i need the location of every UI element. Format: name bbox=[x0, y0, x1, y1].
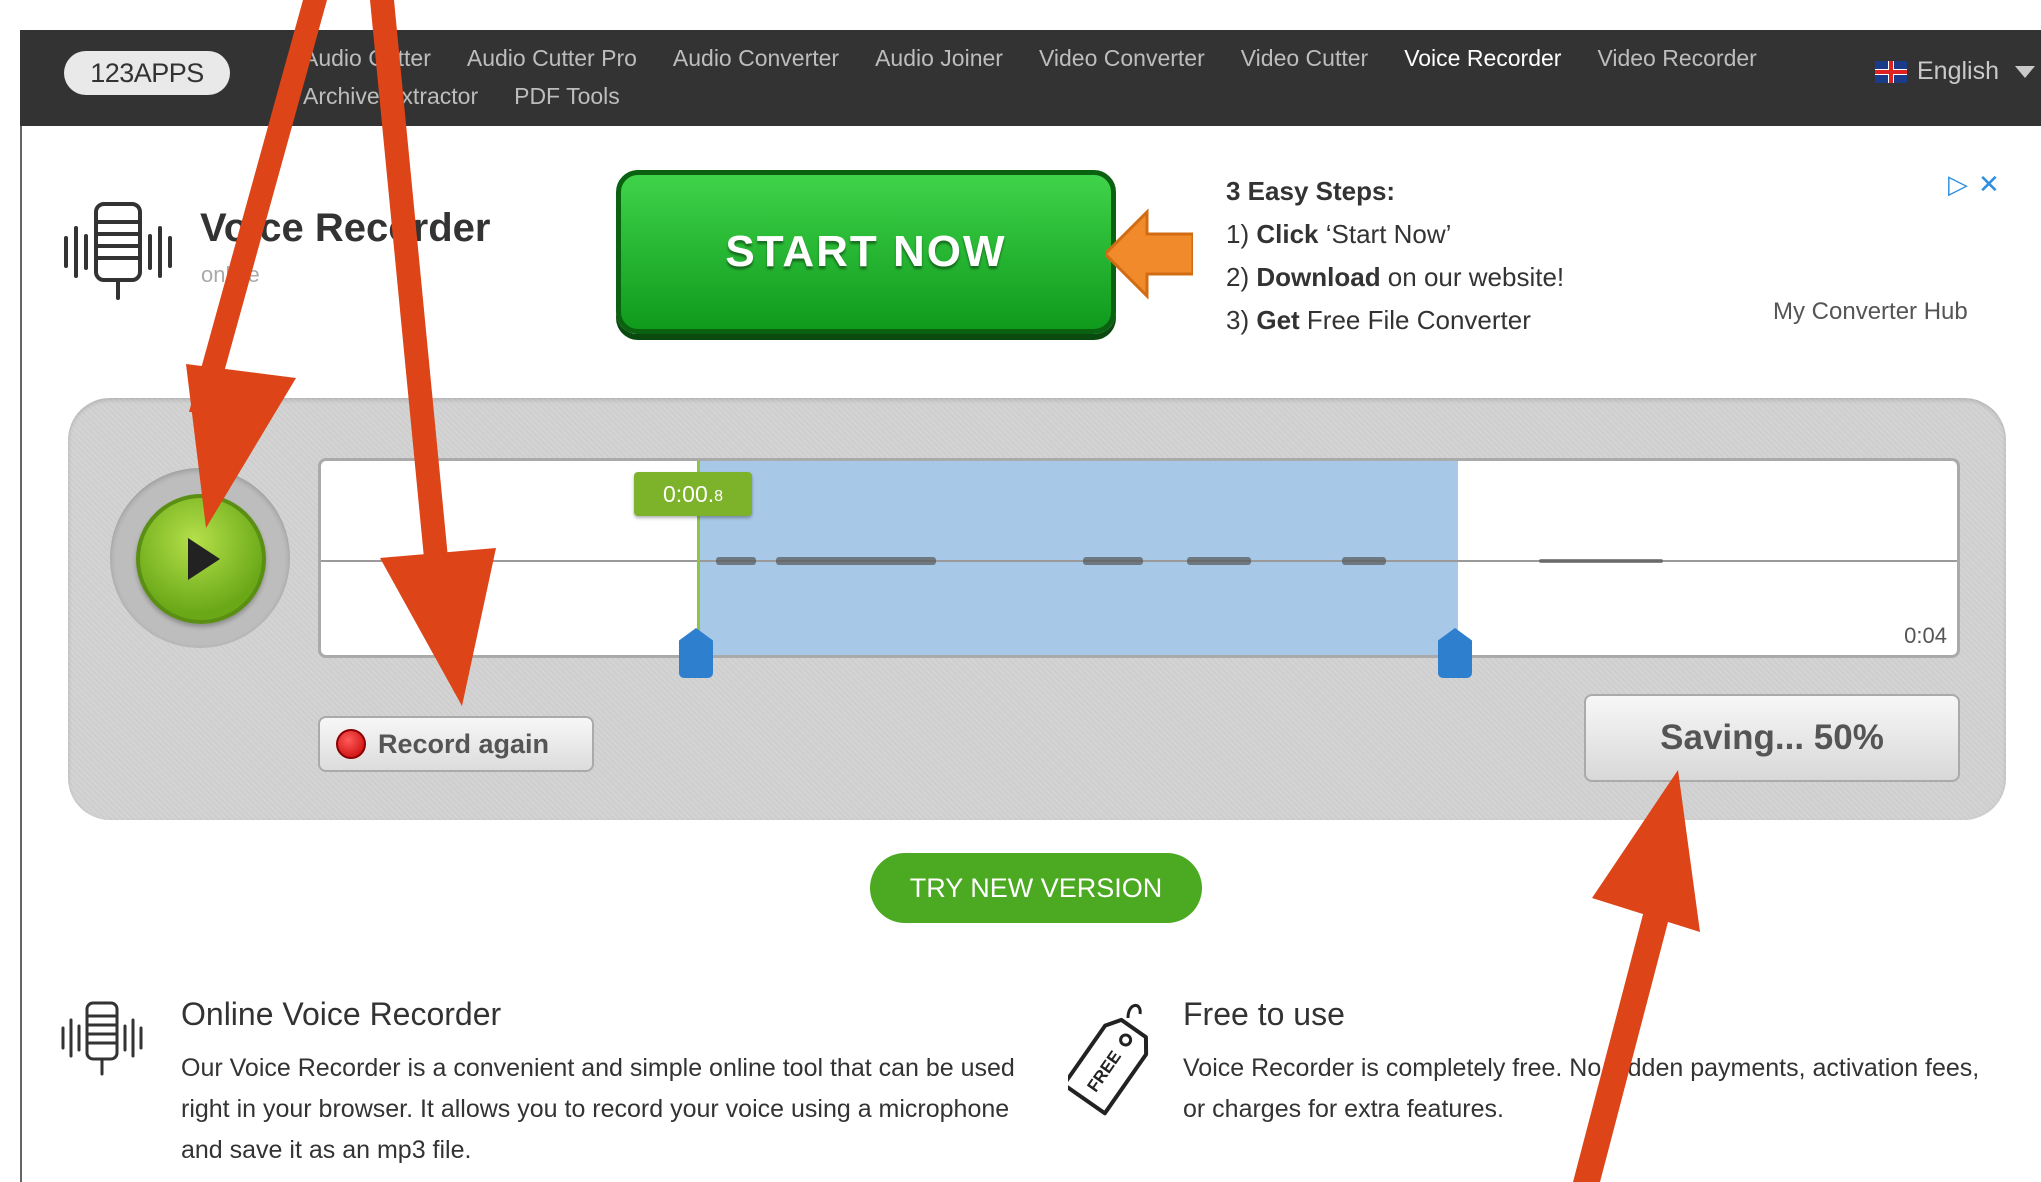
waveform-segment bbox=[1083, 557, 1143, 565]
waveform-segment bbox=[1187, 557, 1251, 565]
nav-links: Audio Cutter Audio Cutter Pro Audio Conv… bbox=[303, 42, 1843, 112]
nav-link-audio-cutter-pro[interactable]: Audio Cutter Pro bbox=[467, 42, 637, 74]
uk-flag-icon bbox=[1875, 60, 1907, 83]
page-title: Voice Recorder bbox=[200, 206, 491, 250]
waveform-segment bbox=[1342, 557, 1386, 565]
language-selector[interactable]: English bbox=[1875, 57, 2035, 86]
adchoices-icon[interactable]: ▷ bbox=[1948, 170, 1968, 200]
nav-link-archive-extractor[interactable]: Archive Extractor bbox=[303, 80, 478, 112]
feature-text-online-recorder: Our Voice Recorder is a convenient and s… bbox=[181, 1054, 1015, 1164]
ad-steps-heading: 3 Easy Steps: bbox=[1226, 176, 1396, 206]
free-tag-icon: FREE bbox=[1068, 1004, 1149, 1116]
waveform-segment bbox=[716, 557, 756, 565]
language-label: English bbox=[1917, 57, 1999, 85]
nav-link-video-converter[interactable]: Video Converter bbox=[1039, 42, 1205, 74]
microphone-icon bbox=[61, 1001, 143, 1076]
ad-controls: ▷ ✕ bbox=[1948, 170, 2000, 200]
play-icon bbox=[188, 538, 220, 580]
ad-brand[interactable]: My Converter Hub bbox=[1773, 298, 1968, 326]
record-again-label: Record again bbox=[378, 728, 550, 759]
ad-step-3: 3) Get Free File Converter bbox=[1226, 305, 1531, 335]
playhead-time-label: 0:00. 8 bbox=[634, 472, 752, 516]
feature-title-free: Free to use bbox=[1183, 996, 1345, 1032]
nav-link-video-recorder[interactable]: Video Recorder bbox=[1597, 42, 1756, 74]
record-again-button[interactable]: Record again bbox=[318, 716, 594, 772]
ad-start-now-button[interactable]: START NOW bbox=[616, 170, 1116, 334]
nav-link-voice-recorder[interactable]: Voice Recorder bbox=[1404, 42, 1561, 74]
close-icon[interactable]: ✕ bbox=[1978, 170, 2000, 200]
nav-link-pdf-tools[interactable]: PDF Tools bbox=[514, 80, 620, 112]
nav-link-audio-converter[interactable]: Audio Converter bbox=[673, 42, 839, 74]
nav-link-audio-joiner[interactable]: Audio Joiner bbox=[875, 42, 1003, 74]
top-nav: 123APPS Audio Cutter Audio Cutter Pro Au… bbox=[20, 30, 2041, 126]
record-icon bbox=[336, 729, 366, 759]
ad-steps: 3 Easy Steps: 1) Click ‘Start Now’ 2) Do… bbox=[1226, 170, 1564, 342]
ad-step-2: 2) Download on our website! bbox=[1226, 262, 1565, 292]
try-new-version-button[interactable]: TRY NEW VERSION bbox=[870, 853, 1202, 923]
end-time-label: 0:04 bbox=[1904, 623, 1947, 648]
ad-arrow-icon bbox=[1105, 208, 1193, 300]
waveform[interactable]: 0:04 bbox=[318, 458, 1960, 658]
waveform-segment bbox=[1539, 559, 1663, 563]
feature-text-free: Voice Recorder is completely free. No hi… bbox=[1183, 1054, 1980, 1123]
feature-title-online-recorder: Online Voice Recorder bbox=[181, 996, 502, 1032]
microphone-icon bbox=[64, 202, 172, 300]
page-subtitle: online bbox=[201, 262, 260, 287]
site-logo[interactable]: 123APPS bbox=[64, 51, 230, 95]
save-button[interactable]: Saving... 50% bbox=[1584, 694, 1960, 782]
ad-step-1: 1) Click ‘Start Now’ bbox=[1226, 219, 1452, 249]
nav-link-audio-cutter[interactable]: Audio Cutter bbox=[303, 42, 431, 74]
waveform-segment bbox=[776, 557, 936, 565]
nav-link-video-cutter[interactable]: Video Cutter bbox=[1241, 42, 1368, 74]
chevron-down-icon bbox=[2015, 65, 2035, 78]
